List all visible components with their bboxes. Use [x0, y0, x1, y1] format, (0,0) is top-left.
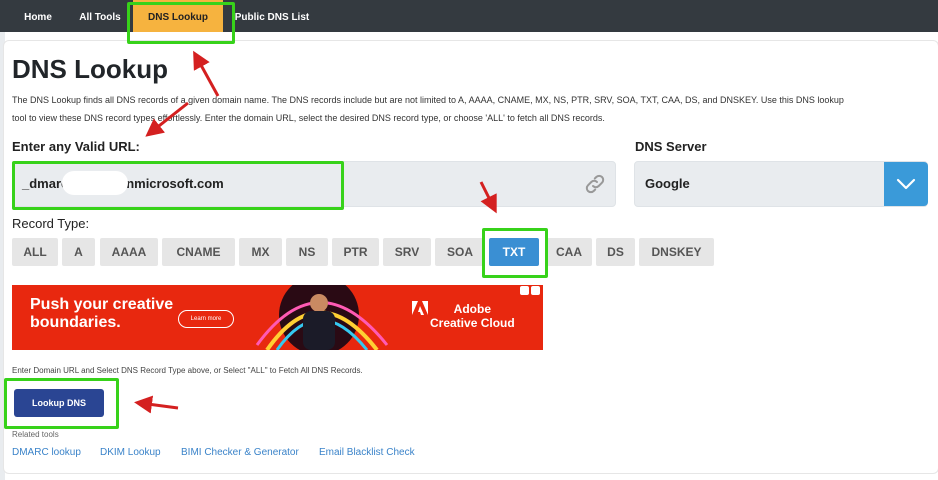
help-text: Enter Domain URL and Select DNS Record T… — [12, 366, 363, 375]
record-type-ns[interactable]: NS — [286, 238, 328, 266]
ad-headline: Push your creative boundaries. — [30, 296, 173, 332]
record-type-ds[interactable]: DS — [596, 238, 635, 266]
nav-dns-lookup[interactable]: DNS Lookup — [133, 0, 223, 32]
nav-home[interactable]: Home — [12, 0, 64, 32]
record-type-mx[interactable]: MX — [239, 238, 282, 266]
ad-brand-line-1: Adobe — [453, 302, 492, 316]
lookup-dns-button[interactable]: Lookup DNS — [14, 389, 104, 417]
related-dmarc-lookup[interactable]: DMARC lookup — [12, 447, 81, 458]
record-type-srv[interactable]: SRV — [383, 238, 431, 266]
dns-server-label: DNS Server — [635, 139, 707, 154]
dns-server-value: Google — [645, 176, 690, 191]
related-dkim-lookup[interactable]: DKIM Lookup — [100, 447, 161, 458]
ad-headline-line-2: boundaries. — [30, 314, 121, 331]
url-value-suffix: onmicrosoft.com — [118, 176, 224, 191]
record-type-dnskey[interactable]: DNSKEY — [639, 238, 714, 266]
ad-artwork — [255, 285, 389, 350]
ad-learn-more-button[interactable]: Learn more — [178, 310, 234, 328]
description-line-2: tool to view these DNS record types effo… — [12, 113, 605, 123]
ad-brand: Adobe Creative Cloud — [430, 302, 515, 330]
ad-info-icon[interactable] — [520, 286, 529, 295]
record-type-label: Record Type: — [12, 216, 90, 231]
dns-server-dropdown-button[interactable] — [884, 162, 928, 206]
url-label: Enter any Valid URL: — [12, 139, 140, 154]
related-email-blacklist[interactable]: Email Blacklist Check — [319, 447, 415, 458]
related-bimi-checker[interactable]: BIMI Checker & Generator — [181, 447, 299, 458]
ad-brand-line-2: Creative Cloud — [430, 316, 515, 330]
record-type-soa[interactable]: SOA — [435, 238, 485, 266]
record-type-ptr[interactable]: PTR — [332, 238, 379, 266]
record-type-a[interactable]: A — [62, 238, 95, 266]
ad-banner[interactable]: Push your creative boundaries. Learn mor… — [12, 285, 543, 350]
record-type-all[interactable]: ALL — [12, 238, 58, 266]
record-type-aaaa[interactable]: AAAA — [100, 238, 158, 266]
description-line-1: The DNS Lookup finds all DNS records of … — [12, 95, 844, 105]
nav-all-tools[interactable]: All Tools — [70, 0, 130, 32]
ad-headline-line-1: Push your creative — [30, 296, 174, 313]
related-tools-label: Related tools — [12, 430, 59, 439]
nav-public-dns-list[interactable]: Public DNS List — [228, 0, 316, 32]
redaction-blur — [62, 171, 128, 195]
record-type-caa[interactable]: CAA — [546, 238, 592, 266]
top-nav: Home All Tools DNS Lookup Public DNS Lis… — [0, 0, 938, 32]
record-type-txt[interactable]: TXT — [489, 238, 539, 266]
link-icon[interactable] — [583, 172, 607, 196]
page-description: The DNS Lookup finds all DNS records of … — [12, 91, 927, 127]
record-type-cname[interactable]: CNAME — [162, 238, 235, 266]
ad-close-icon[interactable] — [531, 286, 540, 295]
page-title: DNS Lookup — [12, 54, 168, 84]
chevron-down-icon — [896, 178, 916, 190]
adobe-logo-icon — [412, 301, 428, 315]
